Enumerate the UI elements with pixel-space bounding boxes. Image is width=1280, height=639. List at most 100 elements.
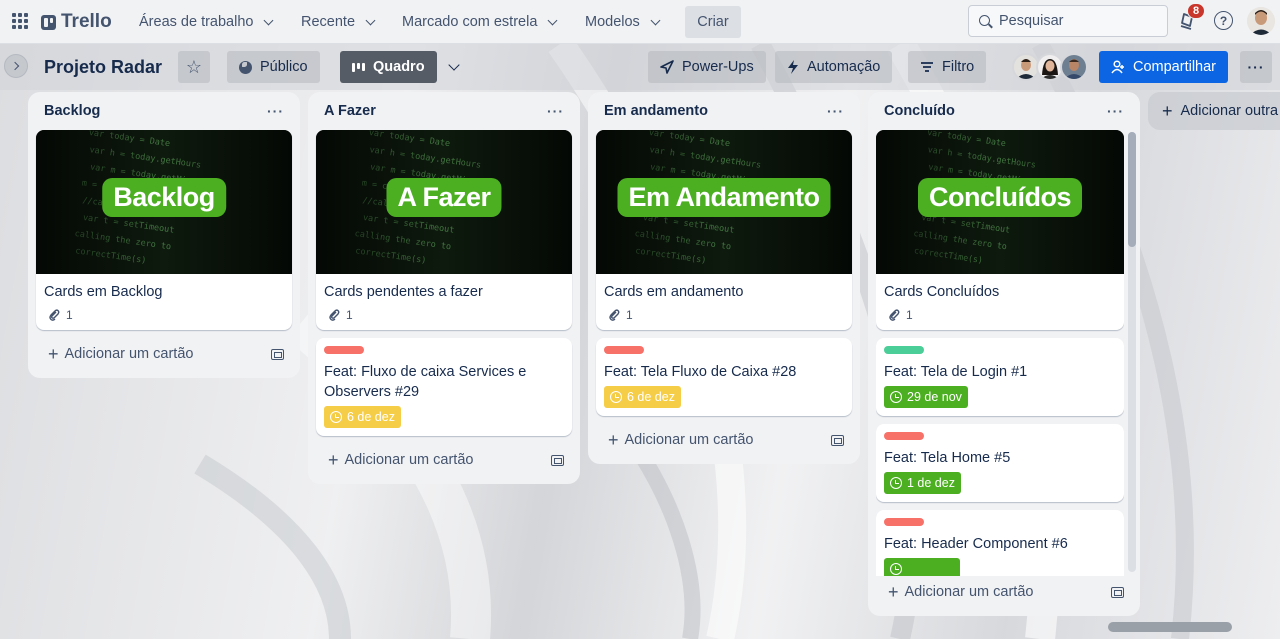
card-body: Feat: Tela Home #5 1 de dez	[876, 424, 1124, 502]
automation-button[interactable]: Automação	[775, 51, 893, 83]
menu-label: Modelos	[585, 14, 640, 30]
menu-recent[interactable]: Recente	[293, 7, 382, 37]
clock-icon	[610, 391, 622, 403]
help-icon[interactable]: ?	[1214, 11, 1233, 30]
list-header[interactable]: Concluído ···	[876, 100, 1132, 122]
menu-workspaces[interactable]: Áreas de trabalho	[131, 7, 280, 37]
attachments-badge: 1	[604, 308, 844, 322]
card-body: Feat: Tela de Login #1 29 de nov	[876, 338, 1124, 416]
menu-templates[interactable]: Modelos	[577, 7, 667, 37]
user-avatar[interactable]	[1247, 7, 1275, 35]
trello-logo[interactable]: Trello	[41, 11, 112, 33]
card-title: Cards em andamento	[604, 284, 744, 300]
avatar-image	[1038, 55, 1062, 79]
expand-sidebar-button[interactable]	[4, 54, 28, 78]
card-label[interactable]	[884, 518, 924, 526]
list-menu-icon[interactable]: ···	[827, 103, 844, 119]
app-switcher-icon[interactable]	[12, 13, 28, 29]
list-menu-icon[interactable]: ···	[1107, 103, 1124, 119]
attachments-badge: 1	[44, 308, 284, 322]
due-date-badge[interactable]: 29 de nov	[884, 386, 968, 408]
board-view-icon	[352, 62, 365, 72]
list-cards-scroll[interactable]: var today = Datevar h = today.getHoursva…	[876, 130, 1124, 576]
due-date-badge[interactable]: 1 de dez	[884, 472, 961, 494]
due-date-badge[interactable]: 6 de dez	[604, 386, 681, 408]
power-ups-button[interactable]: Power-Ups	[648, 51, 766, 83]
member-avatar[interactable]	[1060, 53, 1088, 81]
menu-starred[interactable]: Marcado com estrela	[394, 7, 564, 37]
card-template-icon[interactable]	[271, 348, 284, 360]
view-label: Quadro	[373, 59, 425, 75]
add-person-icon	[1111, 60, 1124, 74]
cover-title: Backlog	[102, 178, 226, 217]
create-button[interactable]: Criar	[685, 6, 741, 38]
list-title[interactable]: Concluído	[884, 103, 955, 119]
card[interactable]: Feat: Tela Fluxo de Caixa #28 6 de dez	[596, 338, 852, 416]
chevron-down-icon	[365, 15, 376, 25]
paperclip-icon	[329, 309, 340, 321]
list-0: Backlog ··· var today = Datevar h = today.…	[28, 92, 300, 378]
visibility-button[interactable]: Público	[227, 51, 320, 83]
card[interactable]: var today = Datevar h = today.getHoursva…	[36, 130, 292, 330]
horizontal-scrollbar[interactable]	[1108, 622, 1232, 632]
search-input[interactable]: Pesquisar	[968, 5, 1168, 37]
avatar-image	[1247, 7, 1275, 35]
card-title: Cards Concluídos	[884, 284, 1000, 300]
card[interactable]: var today = Datevar h = today.getHoursva…	[876, 130, 1124, 330]
card[interactable]: Feat: Tela Home #5 1 de dez	[876, 424, 1124, 502]
share-label: Compartilhar	[1133, 59, 1216, 75]
board-menu-button[interactable]: ···	[1240, 51, 1272, 83]
card-title: Feat: Header Component #6	[884, 536, 1068, 552]
card-template-icon[interactable]	[831, 434, 844, 446]
card-label[interactable]	[884, 346, 924, 354]
add-list-button[interactable]: + Adicionar outra lista	[1148, 92, 1280, 130]
card[interactable]: Feat: Fluxo de caixa Services e Observer…	[316, 338, 572, 436]
due-date: 6 de dez	[627, 390, 675, 404]
board-view-button[interactable]: Quadro	[340, 51, 437, 83]
list-menu-icon[interactable]: ···	[267, 103, 284, 119]
board-title[interactable]: Projeto Radar	[44, 57, 162, 78]
clock-icon	[330, 411, 342, 423]
card-template-icon[interactable]	[1111, 586, 1124, 598]
card-label[interactable]	[604, 346, 644, 354]
card-body: Cards pendentes a fazer 1	[316, 274, 572, 330]
add-card-button[interactable]: + Adicionar um cartão	[876, 576, 1132, 608]
card-label[interactable]	[884, 432, 924, 440]
list-header[interactable]: A Fazer ···	[316, 100, 572, 122]
add-card-button[interactable]: + Adicionar um cartão	[596, 424, 852, 456]
list-menu-icon[interactable]: ···	[547, 103, 564, 119]
board-members	[1012, 53, 1088, 81]
list-title[interactable]: Em andamento	[604, 103, 708, 119]
visibility-label: Público	[260, 59, 308, 75]
power-ups-label: Power-Ups	[682, 59, 754, 75]
card[interactable]: var today = Datevar h = today.getHoursva…	[316, 130, 572, 330]
automation-label: Automação	[807, 59, 881, 75]
scrollbar-thumb[interactable]	[1128, 132, 1136, 247]
share-button[interactable]: Compartilhar	[1099, 51, 1228, 83]
due-date-badge[interactable]	[884, 558, 960, 576]
list-header[interactable]: Em andamento ···	[596, 100, 852, 122]
star-board-button[interactable]: ☆	[178, 51, 210, 83]
due-date: 6 de dez	[347, 410, 395, 424]
view-switcher-button[interactable]	[438, 51, 470, 83]
list-header[interactable]: Backlog ···	[36, 100, 292, 122]
card-title: Cards em Backlog	[44, 284, 163, 300]
card[interactable]: var today = Datevar h = today.getHoursva…	[596, 130, 852, 330]
card-template-icon[interactable]	[551, 454, 564, 466]
due-date-badge[interactable]: 6 de dez	[324, 406, 401, 428]
card-label[interactable]	[324, 346, 364, 354]
add-card-label: Adicionar um cartão	[904, 584, 1034, 600]
list-scrollbar[interactable]	[1128, 132, 1136, 572]
list-title[interactable]: A Fazer	[324, 103, 376, 119]
list-2: Em andamento ··· var today = Datevar h = t…	[588, 92, 860, 464]
add-card-button[interactable]: + Adicionar um cartão	[316, 444, 572, 476]
list-title[interactable]: Backlog	[44, 103, 100, 119]
card[interactable]: Feat: Header Component #6	[876, 510, 1124, 576]
add-card-button[interactable]: + Adicionar um cartão	[36, 338, 292, 370]
attachments-badge: 1	[324, 308, 564, 322]
filter-button[interactable]: Filtro	[908, 51, 987, 83]
lightning-icon	[788, 60, 798, 74]
add-card-label-wrap: + Adicionar um cartão	[888, 582, 1033, 603]
top-navigation: Trello Áreas de trabalho Recente Marcado…	[0, 0, 1280, 44]
card[interactable]: Feat: Tela de Login #1 29 de nov	[876, 338, 1124, 416]
